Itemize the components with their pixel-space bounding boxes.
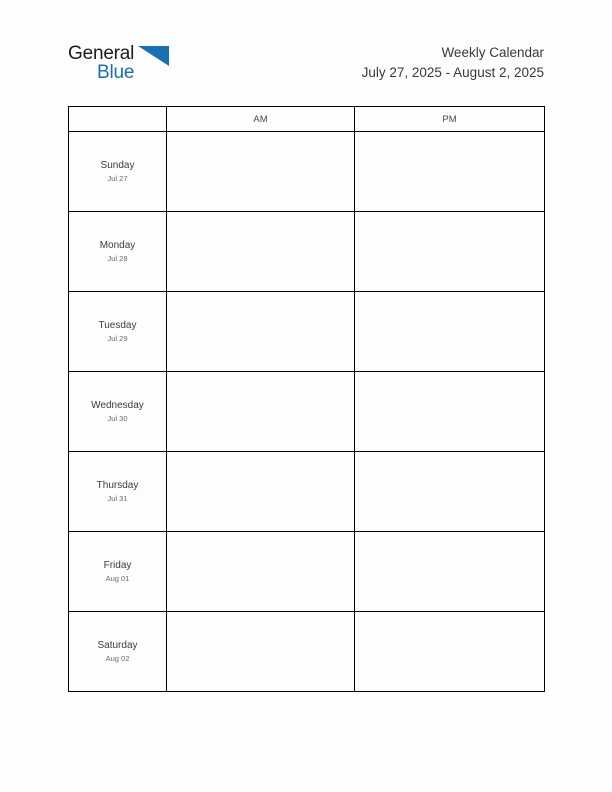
day-date: Jul 27 (107, 174, 128, 184)
column-header-pm: PM (354, 106, 545, 132)
day-label-cell: Friday Aug 01 (68, 531, 167, 612)
table-header-row: AM PM (68, 106, 545, 132)
day-name: Wednesday (91, 399, 144, 411)
table-row: Monday Jul 28 (68, 211, 545, 292)
day-date: Aug 01 (105, 574, 130, 584)
table-row: Friday Aug 01 (68, 531, 545, 612)
pm-slot-cell[interactable] (354, 531, 545, 612)
day-label-cell: Sunday Jul 27 (68, 131, 167, 212)
table-row: Sunday Jul 27 (68, 131, 545, 212)
day-date: Jul 28 (107, 254, 128, 264)
table-row: Tuesday Jul 29 (68, 291, 545, 372)
am-slot-cell[interactable] (166, 211, 355, 292)
am-slot-cell[interactable] (166, 451, 355, 532)
page-header: General Blue Weekly Calendar July 27, 20… (68, 44, 544, 96)
day-date: Aug 02 (105, 654, 130, 664)
brand-word-general: General (68, 43, 135, 64)
pm-slot-cell[interactable] (354, 291, 545, 372)
title-block: Weekly Calendar July 27, 2025 - August 2… (214, 44, 544, 81)
pm-slot-cell[interactable] (354, 131, 545, 212)
pm-slot-cell[interactable] (354, 611, 545, 692)
brand-logo: General Blue (68, 44, 180, 90)
day-name: Thursday (96, 479, 139, 491)
table-row: Saturday Aug 02 (68, 611, 545, 692)
table-row: Thursday Jul 31 (68, 451, 545, 532)
day-date: Jul 30 (107, 414, 128, 424)
am-slot-cell[interactable] (166, 371, 355, 452)
day-date: Jul 29 (107, 334, 128, 344)
day-name: Friday (103, 559, 132, 571)
day-label-cell: Wednesday Jul 30 (68, 371, 167, 452)
column-header-day (68, 106, 167, 132)
day-name: Tuesday (98, 319, 137, 331)
day-name: Monday (99, 239, 136, 251)
day-date: Jul 31 (107, 494, 128, 504)
am-slot-cell[interactable] (166, 531, 355, 612)
table-body: Sunday Jul 27 Monday Jul 28 Tuesday Jul … (68, 131, 545, 692)
am-slot-cell[interactable] (166, 131, 355, 212)
day-label-cell: Tuesday Jul 29 (68, 291, 167, 372)
date-range: July 27, 2025 - August 2, 2025 (361, 65, 544, 80)
table-row: Wednesday Jul 30 (68, 371, 545, 452)
weekly-calendar-table: AM PM Sunday Jul 27 Monday Jul 28 Tuesda… (68, 106, 545, 692)
page-title: Weekly Calendar (441, 45, 544, 60)
day-label-cell: Thursday Jul 31 (68, 451, 167, 532)
day-name: Saturday (97, 639, 138, 651)
day-label-cell: Monday Jul 28 (68, 211, 167, 292)
triangle-icon (138, 46, 169, 66)
day-label-cell: Saturday Aug 02 (68, 611, 167, 692)
pm-slot-cell[interactable] (354, 451, 545, 532)
pm-slot-cell[interactable] (354, 371, 545, 452)
am-slot-cell[interactable] (166, 611, 355, 692)
day-name: Sunday (100, 159, 135, 171)
brand-word-blue: Blue (97, 62, 135, 83)
calendar-page: General Blue Weekly Calendar July 27, 20… (0, 0, 612, 792)
am-slot-cell[interactable] (166, 291, 355, 372)
pm-slot-cell[interactable] (354, 211, 545, 292)
column-header-am: AM (166, 106, 355, 132)
